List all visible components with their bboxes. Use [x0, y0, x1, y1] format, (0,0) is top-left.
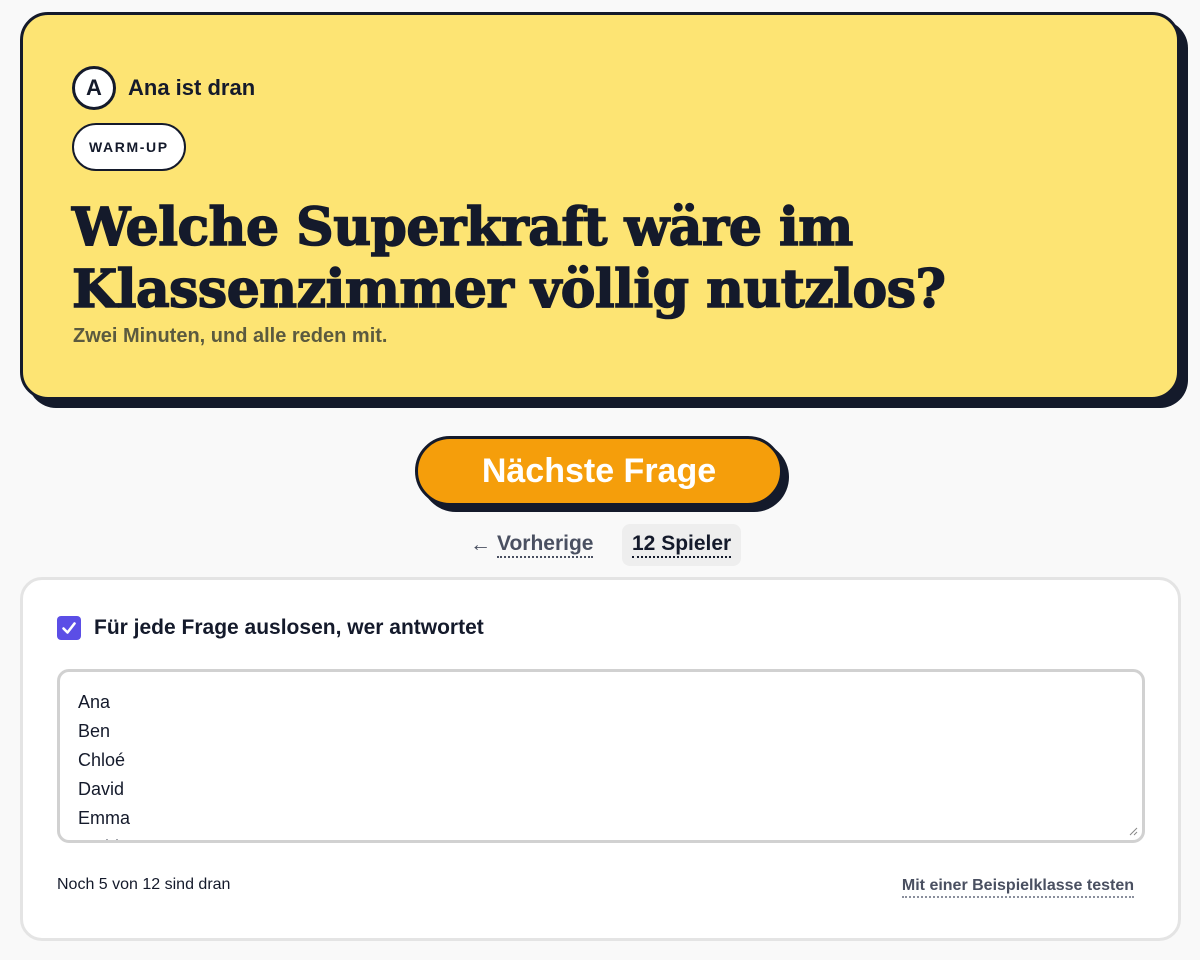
player-name-line: David	[78, 779, 125, 799]
arrow-left-icon: ←	[470, 533, 491, 556]
player-name-line: Chloé	[78, 750, 126, 770]
avatar: A	[72, 66, 116, 110]
player-name-line: Ana	[78, 692, 111, 712]
random-pick-label: Für jede Frage auslosen, wer antwortet	[94, 616, 484, 639]
resize-grip-icon[interactable]	[1128, 826, 1138, 836]
player-name-line: Farid	[78, 833, 1124, 840]
player-names-textarea[interactable]: Ana Ben Chloé David Emma Farid	[57, 669, 1145, 843]
category-badge: WARM-UP	[72, 123, 186, 171]
question-card: A Ana ist dran WARM-UP Welche Superkraft…	[20, 12, 1180, 400]
players-button[interactable]: 12 Spieler	[622, 524, 742, 566]
previous-question-link[interactable]: ← Vorherige	[470, 532, 594, 558]
current-turn: A Ana ist dran	[72, 66, 255, 110]
player-name-line: Ben	[78, 721, 111, 741]
turn-label: Ana ist dran	[128, 75, 256, 100]
check-icon	[62, 622, 76, 634]
sample-class-link[interactable]: Mit einer Beispielklasse testen	[901, 876, 1134, 898]
next-question-button[interactable]: Nächste Frage	[415, 436, 783, 506]
question-title: Welche Superkraft wäre im Klassenzimmer …	[71, 196, 946, 321]
previous-label: Vorherige	[497, 532, 594, 558]
question-subtitle: Zwei Minuten, und alle reden mit.	[73, 325, 388, 347]
player-name-line: Emma	[78, 808, 131, 828]
player-names-list: Ana Ben Chloé David Emma Farid	[78, 688, 1124, 840]
players-panel: Für jede Frage auslosen, wer antwortet A…	[20, 577, 1181, 941]
players-label: 12 Spieler	[632, 532, 732, 558]
random-pick-toggle[interactable]: Für jede Frage auslosen, wer antwortet	[57, 616, 484, 640]
random-pick-checkbox[interactable]	[57, 616, 81, 640]
remaining-count: Noch 5 von 12 sind dran	[57, 876, 231, 893]
